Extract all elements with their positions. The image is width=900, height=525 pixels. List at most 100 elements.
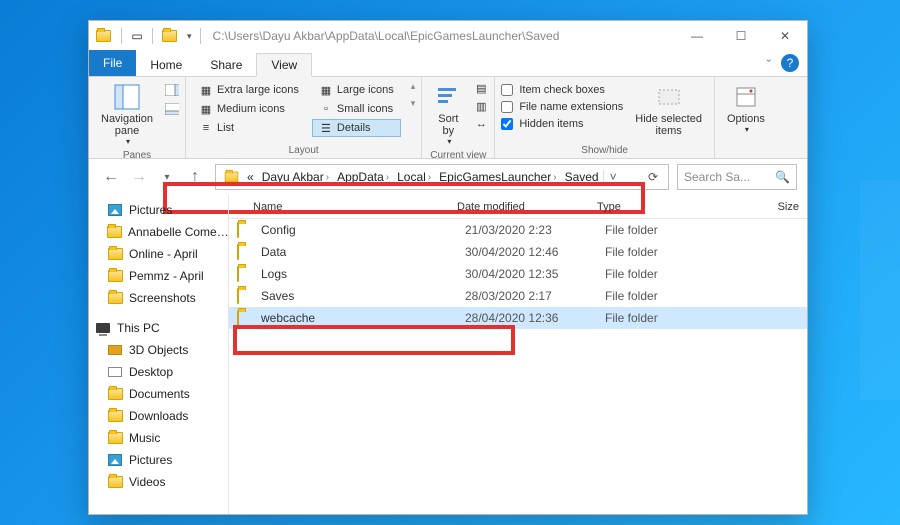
- close-button[interactable]: ✕: [763, 21, 807, 51]
- qat-folder-icon[interactable]: [161, 28, 177, 44]
- folder-icon: [237, 289, 253, 303]
- sidebar-item-quick-2[interactable]: Online - April: [89, 243, 228, 265]
- folder-icon: [237, 245, 253, 259]
- minimize-button[interactable]: ―: [675, 21, 719, 51]
- scrn-icon: [107, 364, 123, 380]
- layout-list[interactable]: ≡List: [192, 119, 306, 137]
- title-bar[interactable]: ▭ ▾ C:\Users\Dayu Akbar\AppData\Local\Ep…: [89, 21, 807, 51]
- tab-view[interactable]: View: [256, 53, 312, 77]
- table-row[interactable]: Saves 28/03/2020 2:17 File folder: [229, 285, 807, 307]
- details-pane-icon[interactable]: [165, 102, 179, 116]
- scroll-up-icon[interactable]: ▴: [411, 81, 416, 92]
- pic-icon: [107, 452, 123, 468]
- address-dropdown-icon[interactable]: ˅: [603, 170, 623, 184]
- chevron-down-icon: ▾: [126, 137, 130, 146]
- group-by-icon[interactable]: ▤: [474, 81, 488, 95]
- group-label-showhide: Show/hide: [501, 143, 708, 156]
- ribbon-tabs: File Home Share View ˇ ?: [89, 51, 807, 77]
- size-columns-icon[interactable]: ↔: [474, 117, 488, 131]
- folder-icon: [107, 408, 123, 424]
- folder-icon: [107, 268, 123, 284]
- breadcrumb-overflow[interactable]: «: [243, 165, 258, 189]
- layout-details[interactable]: ☰Details: [312, 119, 401, 137]
- address-bar[interactable]: « Dayu Akbar› AppData› Local› EpicGamesL…: [215, 164, 669, 190]
- recent-locations-button[interactable]: ▾: [155, 165, 179, 189]
- sidebar-item-quick-0[interactable]: Pictures: [89, 199, 228, 221]
- maximize-button[interactable]: ☐: [719, 21, 763, 51]
- tab-share[interactable]: Share: [196, 54, 256, 76]
- ribbon-view: Navigation pane ▾ Panes ▦Extra large ico…: [89, 77, 807, 159]
- preview-pane-icon[interactable]: [165, 83, 179, 97]
- sidebar-item-pc-6[interactable]: Videos: [89, 471, 228, 493]
- hide-selected-button[interactable]: Hide selected items: [629, 81, 708, 139]
- sidebar-item-thispc[interactable]: This PC: [89, 317, 228, 339]
- layout-large[interactable]: ▦Large icons: [312, 81, 401, 99]
- layout-extra-large[interactable]: ▦Extra large icons: [192, 81, 306, 99]
- sm-icon: ▫: [319, 102, 333, 116]
- layout-small[interactable]: ▫Small icons: [312, 100, 401, 118]
- chevron-down-icon: ▾: [447, 137, 451, 146]
- tab-home[interactable]: Home: [136, 54, 196, 76]
- folder-icon: [107, 430, 123, 446]
- sidebar-item-pc-4[interactable]: Music: [89, 427, 228, 449]
- collapse-ribbon-icon[interactable]: ˇ: [757, 53, 781, 76]
- table-row[interactable]: Logs 30/04/2020 12:35 File folder: [229, 263, 807, 285]
- col-name[interactable]: Name: [229, 201, 449, 213]
- options-button[interactable]: Options ▾: [721, 81, 771, 136]
- col-type[interactable]: Type: [589, 201, 689, 213]
- table-row[interactable]: webcache 28/04/2020 12:36 File folder: [229, 307, 807, 329]
- up-button[interactable]: ↑: [183, 165, 207, 189]
- navigation-sidebar[interactable]: PicturesAnnabelle Come…Online - AprilPem…: [89, 195, 229, 514]
- breadcrumb-seg-0[interactable]: Dayu Akbar›: [258, 165, 333, 189]
- scroll-down-icon[interactable]: ▾: [411, 98, 416, 109]
- qat-dropdown-icon[interactable]: ▾: [187, 31, 192, 42]
- folder-icon: [107, 246, 123, 262]
- folder-icon: [237, 267, 253, 281]
- md-icon: ▦: [199, 102, 213, 116]
- sidebar-item-quick-1[interactable]: Annabelle Come…: [89, 221, 228, 243]
- sidebar-item-pc-5[interactable]: Pictures: [89, 449, 228, 471]
- explorer-window: ▭ ▾ C:\Users\Dayu Akbar\AppData\Local\Ep…: [88, 20, 808, 515]
- breadcrumb-seg-1[interactable]: AppData›: [333, 165, 393, 189]
- forward-button[interactable]: →: [127, 165, 151, 189]
- item-checkboxes-toggle[interactable]: Item check boxes: [501, 83, 623, 97]
- hidden-items-toggle[interactable]: Hidden items: [501, 117, 623, 131]
- sort-by-button[interactable]: Sort by ▾: [428, 81, 468, 148]
- sidebar-item-pc-2[interactable]: Documents: [89, 383, 228, 405]
- sidebar-item-quick-4[interactable]: Screenshots: [89, 287, 228, 309]
- layout-medium[interactable]: ▦Medium icons: [192, 100, 306, 118]
- file-extensions-toggle[interactable]: File name extensions: [501, 100, 623, 114]
- tab-file[interactable]: File: [89, 50, 136, 76]
- col-date[interactable]: Date modified: [449, 201, 589, 213]
- breadcrumb-seg-4[interactable]: Saved: [561, 165, 603, 189]
- table-row[interactable]: Data 30/04/2020 12:46 File folder: [229, 241, 807, 263]
- search-input[interactable]: Search Sa... 🔍: [677, 164, 797, 190]
- breadcrumb-root[interactable]: [220, 165, 243, 189]
- sidebar-item-quick-3[interactable]: Pemmz - April: [89, 265, 228, 287]
- qat-properties-icon[interactable]: ▭: [130, 29, 144, 43]
- file-list: Name Date modified Type Size Config 21/0…: [229, 195, 807, 514]
- table-row[interactable]: Config 21/03/2020 2:23 File folder: [229, 219, 807, 241]
- xl-icon: ▦: [199, 83, 213, 97]
- sidebar-item-pc-0[interactable]: 3D Objects: [89, 339, 228, 361]
- breadcrumb-seg-3[interactable]: EpicGamesLauncher›: [435, 165, 560, 189]
- navigation-pane-button[interactable]: Navigation pane ▾: [95, 81, 159, 148]
- folder-icon: [107, 474, 123, 490]
- add-columns-icon[interactable]: ▥: [474, 99, 488, 113]
- folder-icon: [237, 223, 253, 237]
- details-icon: ☰: [319, 121, 333, 135]
- col-size[interactable]: Size: [689, 201, 807, 213]
- breadcrumb-seg-2[interactable]: Local›: [393, 165, 435, 189]
- quick-access-toolbar: ▭ ▾: [117, 28, 205, 44]
- pc-icon: [95, 320, 111, 336]
- address-row: ← → ▾ ↑ « Dayu Akbar› AppData› Local› Ep…: [89, 159, 807, 195]
- back-button[interactable]: ←: [99, 165, 123, 189]
- sidebar-item-pc-1[interactable]: Desktop: [89, 361, 228, 383]
- folder-icon: [237, 311, 253, 325]
- help-icon[interactable]: ?: [781, 54, 799, 72]
- chevron-down-icon: ▾: [745, 125, 749, 134]
- lg-icon: ▦: [319, 83, 333, 97]
- sidebar-item-pc-3[interactable]: Downloads: [89, 405, 228, 427]
- title-path: C:\Users\Dayu Akbar\AppData\Local\EpicGa…: [213, 29, 675, 43]
- refresh-icon[interactable]: ⟳: [642, 170, 664, 184]
